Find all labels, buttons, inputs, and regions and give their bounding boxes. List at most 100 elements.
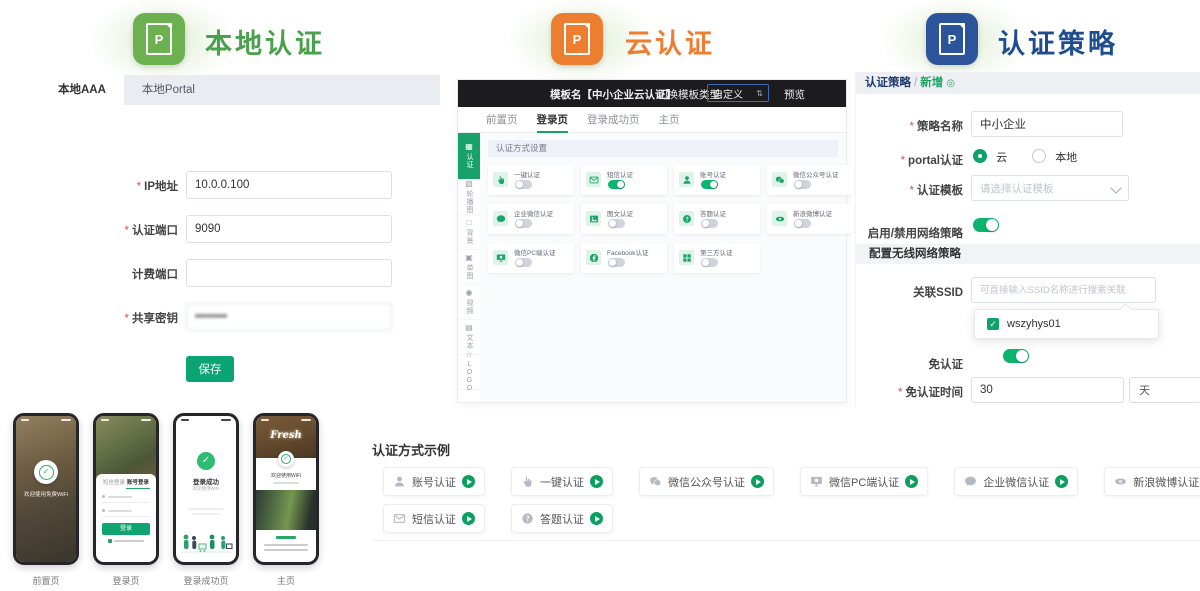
template-sidebar-item[interactable]: ▧ 轮播图 [458, 180, 480, 215]
auth-template-select[interactable]: 请选择认证模板 [971, 175, 1129, 201]
ssid-option[interactable]: wszyhys01 [1007, 318, 1061, 330]
auth-method-toggle[interactable] [794, 219, 811, 228]
pin-icon: ◎ [946, 78, 955, 89]
cloud-auth-title: 云认证 [625, 22, 715, 61]
example-button[interactable]: 微信PC端认证 [800, 467, 928, 496]
template-tab[interactable]: 登录成功页 [587, 107, 640, 132]
ssid-input[interactable] [971, 277, 1156, 303]
ssid-checkbox[interactable]: ✓ [987, 318, 999, 330]
free-time-input[interactable] [971, 377, 1124, 403]
enable-policy-toggle[interactable] [973, 218, 999, 232]
password-field[interactable] [102, 505, 150, 517]
example-button[interactable]: 企业微信认证 [954, 467, 1078, 496]
question-icon [521, 512, 534, 525]
auth-method-card: 新浪微博认证 [767, 204, 853, 234]
auth-port-input[interactable] [186, 215, 392, 243]
example-button[interactable]: 一键认证 [511, 467, 613, 496]
examples-title: 认证方式示例 [372, 440, 450, 459]
auth-method-toggle[interactable] [515, 258, 532, 267]
example-button[interactable]: 账号认证 [383, 467, 485, 496]
template-sidebar-item[interactable]: ▦ 认证 [458, 133, 480, 180]
policy-panel: 认证策略/新增◎ *策略名称 *portal认证 云 本地 *认证模板 请选择认… [855, 72, 1200, 407]
auth-method-card: Facebook认证 [581, 243, 667, 273]
status-bar [96, 416, 156, 424]
example-button[interactable]: 答题认证 [511, 504, 613, 533]
tab-local-aaa[interactable]: 本地AAA [40, 75, 124, 105]
secret-label: *共享密钥 [38, 310, 178, 326]
template-sidebar-item[interactable]: ▣ 单图 [458, 250, 480, 285]
template-page-tabs: 前置页登录页登录成功页主页 [458, 107, 846, 133]
sort-icon: ⇅ [756, 89, 763, 98]
template-type-select[interactable]: 自定义 ⇅ [707, 84, 769, 102]
username-field[interactable] [102, 491, 150, 503]
example-button[interactable]: 短信认证 [383, 504, 485, 533]
auth-method-card: 短信认证 [581, 165, 667, 195]
status-bar [176, 416, 236, 424]
free-auth-toggle[interactable] [1003, 349, 1029, 363]
policy-name-input[interactable] [971, 111, 1123, 137]
example-label: 账号认证 [412, 474, 456, 490]
template-tab[interactable]: 主页 [659, 107, 680, 132]
free-time-label: *免认证时间 [856, 384, 963, 400]
template-sidebar-item[interactable]: ◉ 视频 [458, 285, 480, 320]
auth-method-card: 答题认证 [674, 204, 760, 234]
play-icon[interactable] [462, 512, 475, 525]
play-icon[interactable] [1055, 475, 1068, 488]
acct-port-input[interactable] [186, 259, 392, 287]
tab-account-login[interactable]: 账号登录 [126, 478, 150, 489]
radio-local[interactable] [1032, 149, 1046, 163]
auth-methods-grid: 一键认证 短信认证 账号认证 微信公众号认证 企业微信认证 图文认证 答题认证 … [488, 165, 853, 273]
auth-method-toggle[interactable] [701, 180, 718, 189]
wechat-pc-icon [810, 475, 823, 488]
auth-method-toggle[interactable] [608, 219, 625, 228]
play-icon[interactable] [751, 475, 764, 488]
wireless-section-title: 配置无线网络策略 [856, 244, 1200, 264]
template-tab[interactable]: 登录页 [537, 107, 569, 132]
preview-button[interactable]: 预览 [784, 87, 805, 102]
tab-sms-login[interactable]: 短信登录 [102, 478, 126, 489]
radio-local-label[interactable]: 本地 [1055, 152, 1077, 164]
phone-caption: 登录页 [93, 574, 159, 587]
example-label: 微信公众号认证 [668, 474, 745, 490]
examples-row-2: 短信认证 答题认证 [383, 504, 613, 533]
auth-method-card: 图文认证 [581, 204, 667, 234]
auth-method-toggle[interactable] [701, 219, 718, 228]
auth-method-toggle[interactable] [701, 258, 718, 267]
play-icon[interactable] [590, 475, 603, 488]
auth-method-toggle[interactable] [794, 180, 811, 189]
free-time-unit: 天 [1129, 377, 1200, 403]
radio-cloud[interactable] [973, 149, 987, 163]
phone-caption: 前置页 [13, 574, 79, 587]
ip-input[interactable] [186, 171, 392, 199]
auth-methods-panel-title: 认证方式设置 [488, 140, 838, 157]
agree-checkbox[interactable] [108, 539, 112, 543]
secret-input[interactable] [186, 303, 392, 331]
login-button[interactable]: 登录 [102, 523, 150, 535]
auth-method-toggle[interactable] [608, 180, 625, 189]
free-auth-label: 免认证 [856, 356, 963, 372]
play-icon[interactable] [905, 475, 918, 488]
auth-method-card: 企业微信认证 [488, 204, 574, 234]
example-button[interactable]: 新浪微博认证 [1104, 467, 1200, 496]
success-check-icon: ✓ [197, 452, 215, 470]
tab-local-portal[interactable]: 本地Portal [124, 75, 213, 105]
auth-method-toggle[interactable] [515, 219, 532, 228]
template-tab[interactable]: 前置页 [486, 107, 518, 132]
radio-cloud-label[interactable]: 云 [996, 152, 1007, 164]
policy-icon: P [926, 13, 978, 65]
wechat-icon [772, 172, 787, 187]
play-icon[interactable] [462, 475, 475, 488]
hand-icon [493, 172, 508, 187]
save-button[interactable]: 保存 [186, 356, 234, 382]
user-icon [679, 172, 694, 187]
auth-port-label: *认证端口 [38, 222, 178, 238]
template-sidebar-item[interactable]: □ 背景 [458, 215, 480, 250]
login-card: 短信登录 账号登录 登录 [96, 474, 156, 562]
breadcrumb-root[interactable]: 认证策略 [865, 77, 911, 89]
play-icon[interactable] [590, 512, 603, 525]
auth-method-toggle[interactable] [608, 258, 625, 267]
template-sidebar-item[interactable]: ☆ LOGO [458, 355, 480, 390]
example-button[interactable]: 微信公众号认证 [639, 467, 774, 496]
auth-method-label: 一键认证 [514, 169, 571, 179]
auth-method-toggle[interactable] [515, 180, 532, 189]
